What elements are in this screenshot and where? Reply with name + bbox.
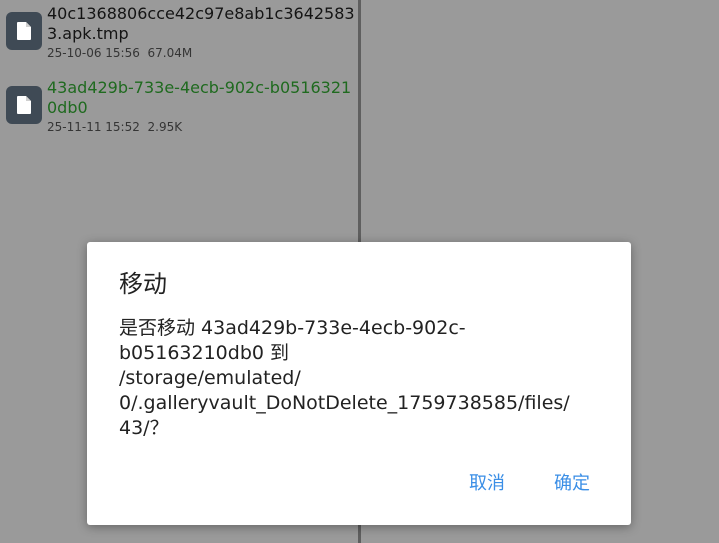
cancel-button[interactable]: 取消: [463, 470, 511, 498]
file-date: 25-10-06 15:56: [47, 46, 140, 60]
dialog-message-line: b05163210db0 到: [119, 342, 290, 364]
screen: 40c1368806cce42c97e8ab1c36425833.apk.tmp…: [0, 0, 719, 543]
file-icon: [6, 86, 42, 124]
file-icon: [6, 12, 42, 50]
move-dialog: 移动 是否移动 43ad429b-733e-4ecb-902c- b051632…: [87, 242, 631, 525]
file-name: 43ad429b-733e-4ecb-902c-b05163210db0: [47, 78, 352, 117]
file-meta: 25-10-06 15:56 67.04M: [47, 46, 192, 60]
dialog-message: 是否移动 43ad429b-733e-4ecb-902c- b05163210d…: [119, 316, 599, 441]
confirm-button[interactable]: 确定: [548, 470, 596, 498]
file-size: 67.04M: [147, 46, 193, 60]
file-date: 25-11-11 15:52: [47, 120, 140, 134]
dialog-message-line: 43/？: [119, 417, 169, 439]
dialog-message-line: 是否移动 43ad429b-733e-4ecb-902c-: [119, 317, 466, 339]
file-meta: 25-11-11 15:52 2.95K: [47, 120, 182, 134]
dialog-message-line: 0/.galleryvault_DoNotDelete_1759738585/f…: [119, 392, 570, 414]
dialog-title: 移动: [119, 270, 167, 298]
file-size: 2.95K: [147, 120, 183, 134]
dialog-message-line: /storage/emulated/: [119, 367, 301, 389]
file-name: 40c1368806cce42c97e8ab1c36425833.apk.tmp: [47, 4, 355, 43]
